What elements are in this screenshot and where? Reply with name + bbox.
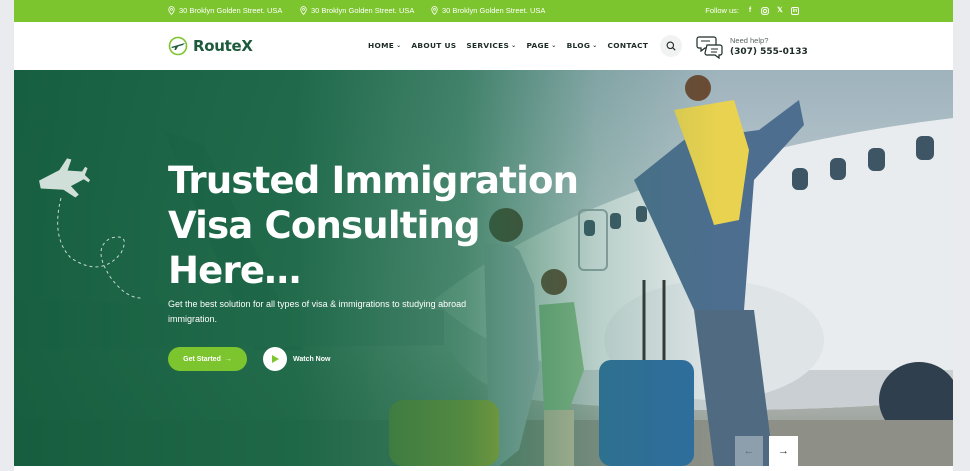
hero-title: Trusted Immigration Visa Consulting Here… (168, 158, 588, 293)
chevron-down-icon: ⌄ (592, 42, 598, 49)
x-icon[interactable]: 𝕏 (776, 7, 784, 15)
social-follow: Follow us: f 𝕏 in (705, 6, 799, 15)
address-item: 30 Broklyn Golden Street. USA (300, 6, 414, 15)
nav-label: BLOG (566, 41, 591, 50)
hero-title-line: Here… (168, 249, 301, 292)
help-contact[interactable]: Need help? (307) 555-0133 (696, 33, 808, 59)
logo[interactable]: RouteX (168, 36, 253, 56)
nav-item-home[interactable]: HOME ⌄ (368, 41, 401, 50)
chevron-down-icon: ⌄ (511, 42, 517, 49)
hero-subtitle: Get the best solution for all types of v… (168, 299, 467, 324)
airplane-route-icon (39, 158, 141, 299)
location-pin-icon (431, 6, 438, 15)
search-icon (666, 41, 676, 51)
address-text: 30 Broklyn Golden Street. USA (442, 6, 546, 15)
help-phone[interactable]: (307) 555-0133 (730, 47, 808, 57)
arrow-right-icon: → (224, 355, 232, 363)
arrow-right-icon: → (778, 445, 789, 457)
nav-label: ABOUT US (411, 41, 457, 50)
address-text: 30 Broklyn Golden Street. USA (179, 6, 283, 15)
help-text: Need help? (307) 555-0133 (730, 36, 808, 57)
watch-now-button[interactable]: Watch Now (263, 347, 330, 371)
main-nav: HOME ⌄ ABOUT US SERVICES ⌄ PAGE ⌄ BLOG ⌄ CON… (368, 41, 658, 50)
nav-item-blog[interactable]: BLOG ⌄ (567, 41, 598, 50)
address-item: 30 Broklyn Golden Street. USA (168, 6, 282, 15)
arrow-left-icon: ← (743, 445, 755, 457)
nav-label: PAGE (526, 41, 550, 50)
logo-text: RouteX (193, 37, 253, 55)
nav-item-page[interactable]: PAGE ⌄ (526, 41, 556, 50)
chat-bubbles-icon (696, 36, 723, 59)
get-started-button[interactable]: Get Started → (168, 347, 247, 371)
chevron-down-icon: ⌄ (551, 42, 557, 49)
nav-item-services[interactable]: SERVICES ⌄ (466, 41, 516, 50)
nav-label: SERVICES (466, 41, 510, 50)
slider-prev-button[interactable]: ← (735, 436, 763, 466)
nav-item-contact[interactable]: CONTACT (608, 41, 649, 50)
chevron-down-icon: ⌄ (396, 42, 402, 49)
nav-label: CONTACT (607, 41, 649, 50)
address-text: 30 Broklyn Golden Street. USA (311, 6, 415, 15)
slider-next-button[interactable]: → (769, 436, 798, 466)
watch-now-label: Watch Now (293, 355, 331, 363)
site-header: RouteX HOME ⌄ ABOUT US SERVICES ⌄ PAGE ⌄ BL… (14, 22, 953, 70)
hero-section: Trusted Immigration Visa Consulting Here… (14, 70, 953, 466)
nav-label: HOME (368, 41, 395, 50)
search-button[interactable] (660, 35, 682, 57)
hero-title-line: Visa Consulting (168, 204, 481, 247)
linkedin-icon[interactable]: in (791, 6, 799, 15)
help-label: Need help? (730, 35, 769, 45)
play-button[interactable] (263, 347, 287, 371)
facebook-icon[interactable]: f (746, 7, 754, 15)
follow-label: Follow us: (705, 6, 739, 15)
location-pin-icon (168, 6, 175, 15)
location-pin-icon (300, 6, 307, 15)
logo-plane-icon (168, 36, 188, 56)
page-frame: 30 Broklyn Golden Street. USA 30 Broklyn… (14, 0, 953, 471)
address-item: 30 Broklyn Golden Street. USA (431, 6, 545, 15)
instagram-icon[interactable] (761, 6, 769, 15)
top-bar: 30 Broklyn Golden Street. USA 30 Broklyn… (14, 0, 953, 22)
play-icon (271, 355, 279, 363)
hero-title-line: Trusted Immigration (168, 159, 579, 202)
nav-item-about-us[interactable]: ABOUT US (411, 41, 456, 50)
get-started-label: Get Started (183, 355, 221, 363)
